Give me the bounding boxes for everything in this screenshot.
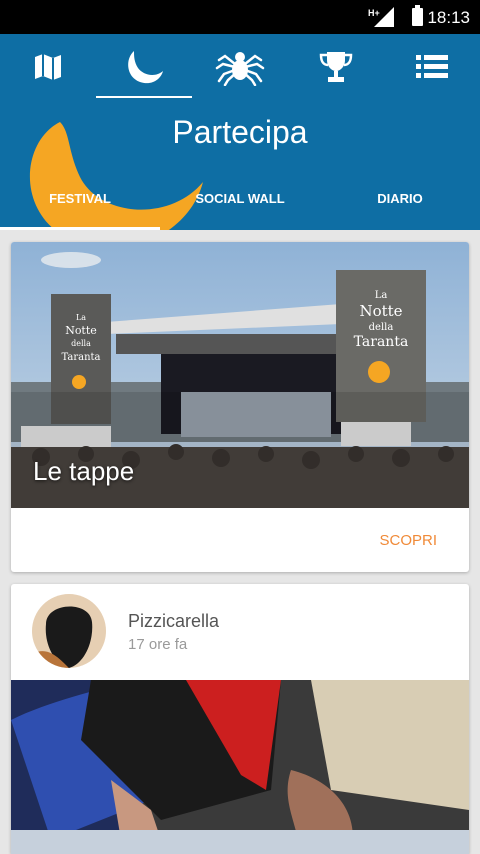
svg-text:della: della	[71, 339, 91, 348]
post-author[interactable]: Pizzicarella	[128, 611, 219, 632]
svg-text:Taranta: Taranta	[61, 352, 100, 363]
status-bar: H+ 18:13	[0, 0, 480, 34]
moon-icon	[128, 51, 163, 84]
signal-icon: H+	[368, 7, 394, 27]
avatar[interactable]	[32, 594, 106, 668]
tab-social-wall[interactable]: SOCIAL WALL	[160, 188, 320, 230]
spider-icon	[215, 52, 265, 86]
map-icon	[35, 54, 61, 80]
app-header: Partecipa FESTIVAL SOCIAL WALL DIARIO	[0, 34, 480, 230]
clock: 18:13	[427, 8, 470, 27]
post-timestamp: 17 ore fa	[128, 636, 188, 653]
tab-label: FESTIVAL	[49, 191, 111, 206]
page-title: Partecipa	[172, 114, 308, 150]
svg-text:della: della	[369, 322, 394, 333]
tab-diario[interactable]: DIARIO	[320, 188, 480, 230]
discover-button[interactable]: SCOPRI	[379, 532, 437, 549]
svg-text:H+: H+	[368, 8, 380, 18]
tab-label: SOCIAL WALL	[195, 191, 285, 206]
nav-menu[interactable]	[384, 34, 480, 100]
tab-festival[interactable]: FESTIVAL	[0, 188, 160, 230]
social-post-card[interactable]: Pizzicarella 17 ore fa	[11, 584, 469, 854]
card-title: Le tappe	[33, 456, 135, 486]
stage-card[interactable]: La Notte della Taranta La Notte della Ta…	[11, 242, 469, 572]
tab-bar: FESTIVAL SOCIAL WALL DIARIO	[0, 188, 480, 230]
nav-map[interactable]	[0, 34, 96, 100]
main-nav	[0, 34, 480, 104]
trophy-icon	[319, 52, 353, 82]
battery-icon	[412, 5, 423, 26]
nav-moon[interactable]	[96, 34, 192, 100]
nav-spider[interactable]	[192, 34, 288, 100]
svg-text:Notte: Notte	[359, 302, 402, 320]
nav-trophy[interactable]	[288, 34, 384, 100]
svg-text:La: La	[375, 290, 388, 301]
svg-text:Taranta: Taranta	[354, 334, 409, 350]
list-menu-icon	[416, 55, 448, 78]
post-photo[interactable]	[11, 680, 469, 854]
tab-label: DIARIO	[377, 191, 423, 206]
svg-text:Notte: Notte	[65, 324, 97, 337]
svg-text:La: La	[76, 313, 86, 322]
